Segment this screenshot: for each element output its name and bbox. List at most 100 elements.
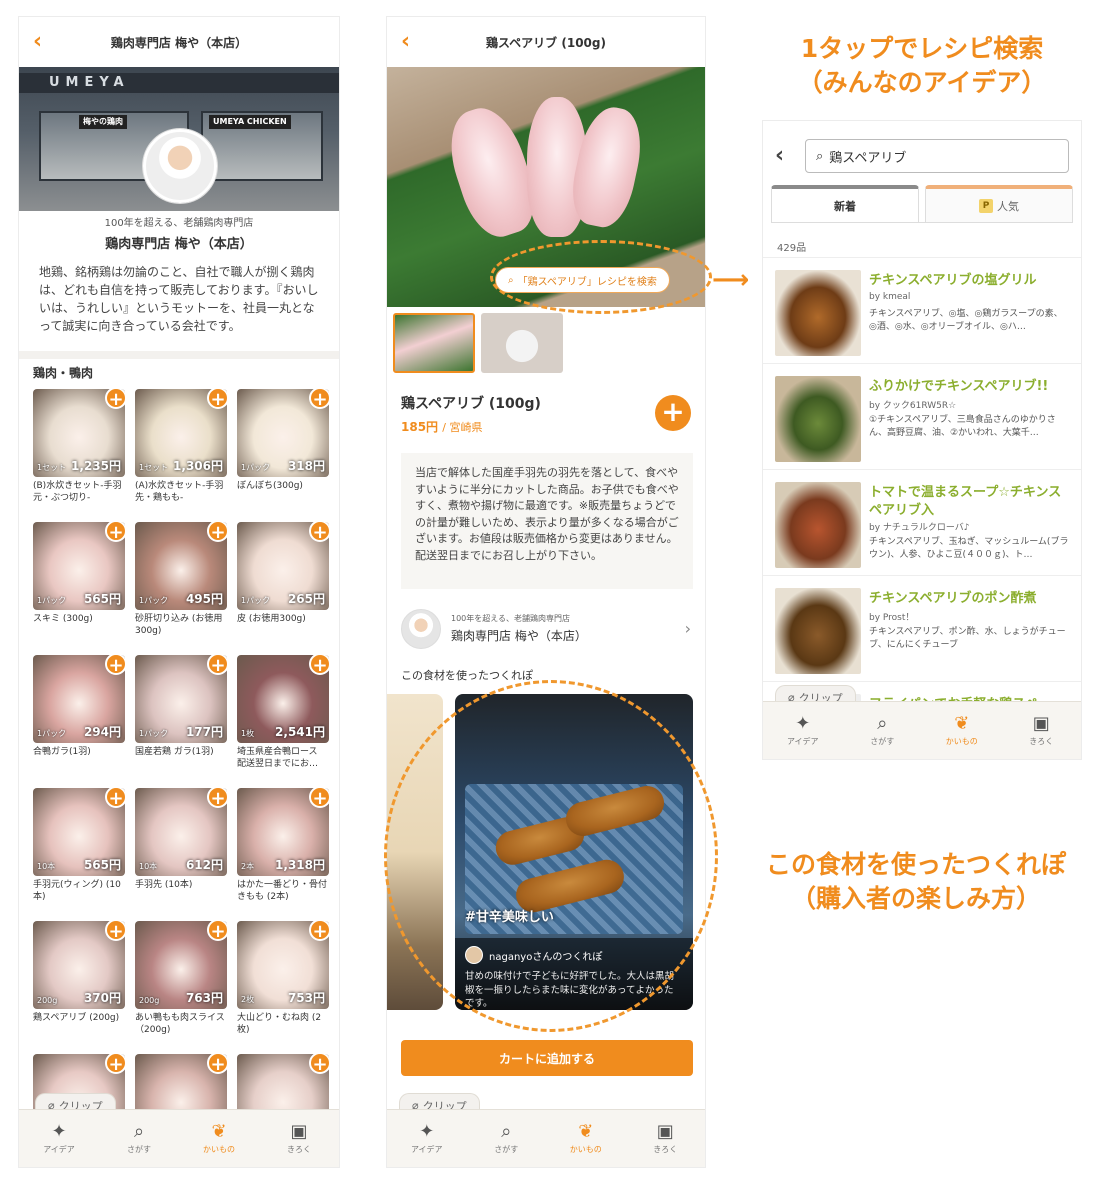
product-name: 国産若鶏 ガラ(1羽) (135, 747, 214, 757)
tab-label: きろく (1029, 737, 1054, 746)
recipe-item[interactable]: ふりかけでチキンスペアリブ!! by クック61RW5R☆ ①チキンスペアリブ、三島… (763, 363, 1081, 467)
add-icon[interactable]: + (309, 921, 329, 942)
product-item[interactable]: +1パック 318円 ぼんぼち(300g) (237, 389, 329, 506)
avatar (401, 609, 441, 649)
store-subtitle: 100年を超える、老舗鶏肉専門店 (104, 218, 254, 229)
product-item[interactable]: +2本 1,318円 はかた一番どり・骨付きもも (2本) (237, 788, 329, 905)
recipe-ingredients: チキンスペアリブ、ポン酢、水、しょうがチューブ、にんにくチューブ (869, 627, 1066, 650)
product-price: 763円 (185, 991, 223, 1005)
add-icon[interactable]: + (105, 389, 125, 410)
search-icon: ⌕ (133, 1121, 145, 1142)
product-unit: 10本 (139, 862, 158, 871)
product-unit: 1パック (37, 729, 67, 738)
thumbnail[interactable] (393, 313, 475, 373)
product-name: スキミ (300g) (33, 614, 93, 624)
product-item[interactable]: +10本 612円 手羽先 (10本) (135, 788, 227, 905)
product-item[interactable]: +200g 763円 あい鴨もも肉スライス（200g) (135, 921, 227, 1038)
add-icon[interactable]: + (309, 655, 329, 676)
product-item[interactable]: +200g 370円 鶏スペアリブ (200g) (33, 921, 125, 1038)
sparkle-icon: ✦ (419, 1121, 435, 1142)
product-name: 埼玉県産合鴨ロース 配送翌日までにお… (237, 747, 319, 769)
recipe-item[interactable]: チキンスペアリブの塩グリル by kmeal チキンスペアリブ、◎塩、◎鶏ガラスープ… (763, 257, 1081, 361)
search-icon: ⌕ (501, 1121, 512, 1142)
tab-bar: ✦ アイデア ⌕ さがす ❦ かいもの ▣ きろく (19, 1109, 339, 1167)
recipe-item[interactable]: チキンスペアリブのポン酢煮 by Prost！ チキンスペアリブ、ポン酢、水、しょう… (763, 575, 1081, 679)
product-image: +200g 370円 (33, 921, 125, 1009)
annotation-bottom: この食材を使ったつくれぽ （購入者の楽しみ方） (736, 848, 1096, 916)
product-item[interactable]: +1セット 1,306円 (A)水炊きセット-手羽先・鶏もも- (135, 389, 227, 506)
recipe-ingredients: ①チキンスペアリブ、三島食品さんのゆかりさん、高野豆腐、油、②かいわれ、大葉千… (869, 415, 1056, 438)
product-item[interactable]: +1パック 177円 国産若鶏 ガラ(1羽) (135, 655, 227, 772)
tab-idea[interactable]: ✦ アイデア (763, 702, 843, 759)
product-price: 2,541円 (275, 725, 325, 739)
store-screen: ‹ 鶏肉専門店 梅や（本店） UMEYA 梅やの鶏肉 UMEYA CHICKEN… (18, 16, 340, 1168)
add-icon[interactable]: + (105, 1054, 125, 1075)
store-label: 梅やの鶏肉 (79, 115, 127, 129)
tab-search[interactable]: ⌕ さがす (467, 1110, 547, 1167)
tab-idea[interactable]: ✦ アイデア (387, 1110, 467, 1167)
product-price: 370円 (83, 991, 121, 1005)
recipe-title: チキンスペアリブのポン酢煮 (869, 591, 1037, 606)
back-icon[interactable]: ‹ (775, 143, 784, 168)
add-icon[interactable]: + (207, 655, 227, 676)
product-unit: 2本 (241, 862, 255, 871)
tab-kiroku[interactable]: ▣ きろく (1002, 702, 1082, 759)
tab-kaimono[interactable]: ❦ かいもの (922, 702, 1002, 759)
tab-label: かいもの (569, 1145, 602, 1154)
tab-search[interactable]: ⌕ さがす (843, 702, 923, 759)
add-icon[interactable]: + (207, 921, 227, 942)
thumbnail[interactable] (481, 313, 563, 373)
add-icon[interactable]: + (309, 1054, 329, 1075)
tab-new[interactable]: 新着 (771, 185, 919, 222)
arrow-right-icon: ⟶ (712, 265, 750, 295)
add-icon[interactable]: + (105, 921, 125, 942)
add-icon[interactable]: + (207, 788, 227, 809)
back-icon[interactable]: ‹ (401, 31, 423, 53)
product-item[interactable]: +1パック 565円 スキミ (300g) (33, 522, 125, 639)
product-item[interactable]: +1セット 1,235円 (B)水炊きセット-手羽元・ぶつ切り- (33, 389, 125, 506)
store-name: 鶏肉専門店 梅や（本店） (105, 237, 253, 252)
add-icon[interactable]: + (105, 788, 125, 809)
search-input[interactable]: ⌕ 鶏スペアリブ (805, 139, 1069, 173)
product-price: 177円 (185, 725, 223, 739)
product-image: +1パック 318円 (237, 389, 329, 477)
divider (19, 351, 339, 359)
product-price: 294円 (83, 725, 121, 739)
add-icon[interactable]: + (105, 522, 125, 543)
add-icon[interactable]: + (655, 395, 691, 431)
recipe-item[interactable]: トマトで温まるスープ☆チキンスペアリブ入 by ナチュラルクローバ♪ チキンスペアリ… (763, 469, 1081, 573)
product-item[interactable]: +2枚 753円 大山どり・むね肉 (2枚) (237, 921, 329, 1038)
add-icon[interactable]: + (207, 522, 227, 543)
tab-kaimono[interactable]: ❦ かいもの (546, 1110, 626, 1167)
tab-popular[interactable]: P 人気 (925, 185, 1073, 222)
add-icon[interactable]: + (309, 522, 329, 543)
product-image: +1パック 294円 (33, 655, 125, 743)
tab-label: アイデア (410, 1145, 443, 1154)
product-price: 1,235円 (71, 459, 121, 473)
add-icon[interactable]: + (207, 389, 227, 410)
add-icon[interactable]: + (309, 389, 329, 410)
product-item[interactable]: +1パック 294円 合鴨ガラ(1羽) (33, 655, 125, 772)
add-icon[interactable]: + (105, 655, 125, 676)
product-item[interactable]: +1パック 495円 砂肝切り込み (お徳用300g) (135, 522, 227, 639)
product-item[interactable]: +1パック 265円皮 (お徳用300g) (237, 522, 329, 639)
recipe-title: チキンスペアリブの塩グリル (869, 273, 1037, 288)
recipe-image (775, 270, 861, 356)
product-unit: 200g (139, 996, 160, 1005)
shop-link[interactable]: 100年を超える、老舗鶏肉専門店 鶏肉専門店 梅や（本店） › (401, 609, 691, 653)
sparkle-icon: ✦ (51, 1121, 67, 1142)
product-item[interactable]: +10本 565円 手羽元(ウィング) (10本) (33, 788, 125, 905)
product-item[interactable]: +1枚 2,541円 埼玉県産合鴨ロース 配送翌日までにお… (237, 655, 329, 772)
search-icon: ⌕ (816, 148, 824, 164)
tab-search[interactable]: ⌕ さがす (99, 1110, 179, 1167)
add-icon[interactable]: + (309, 788, 329, 809)
add-to-cart-button[interactable]: カートに追加する (401, 1040, 693, 1076)
nav-bar: ‹ 鶏肉専門店 梅や（本店） (19, 17, 339, 67)
tab-kiroku[interactable]: ▣ きろく (626, 1110, 706, 1167)
add-icon[interactable]: + (207, 1054, 227, 1075)
tab-kiroku[interactable]: ▣ きろく (259, 1110, 339, 1167)
product-image: +200g 763円 (135, 921, 227, 1009)
back-icon[interactable]: ‹ (33, 31, 55, 53)
tab-kaimono[interactable]: ❦ かいもの (179, 1110, 259, 1167)
tab-idea[interactable]: ✦ アイデア (19, 1110, 99, 1167)
